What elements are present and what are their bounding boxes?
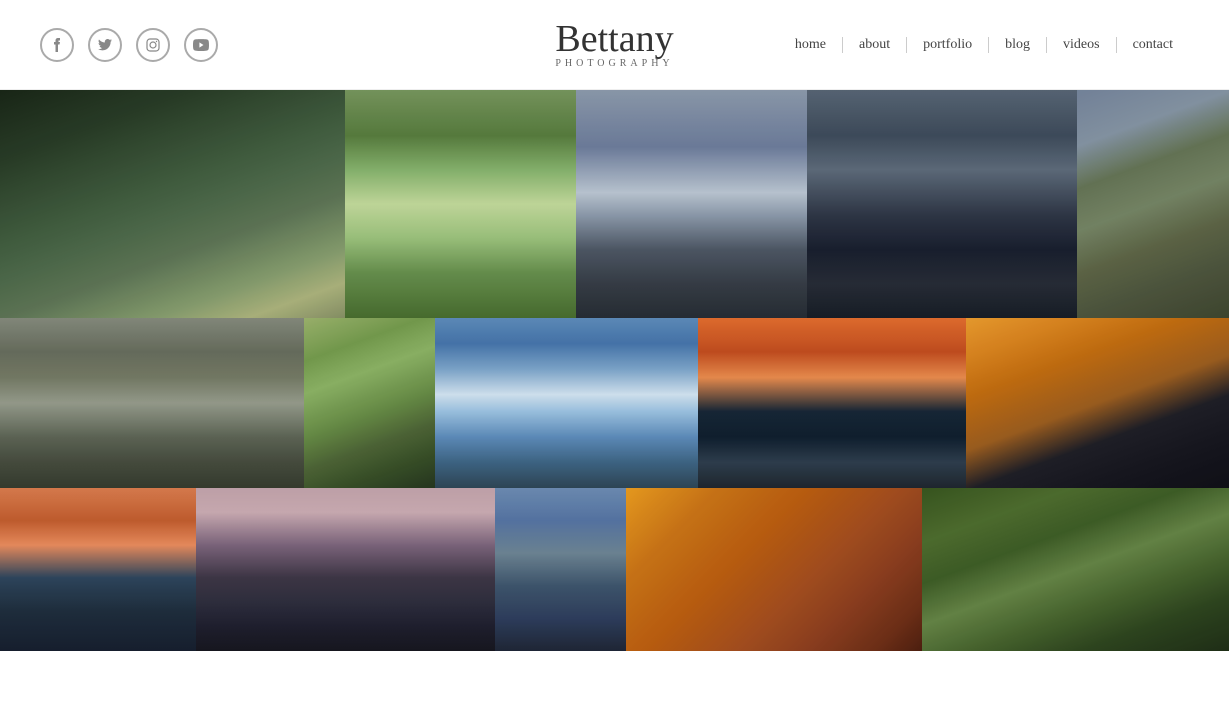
photo-bridge-water[interactable] xyxy=(495,488,626,651)
twitter-icon[interactable] xyxy=(88,28,122,62)
photo-rocky-lake[interactable] xyxy=(576,90,807,318)
nav-blog[interactable]: blog xyxy=(989,37,1047,53)
photo-london-bridge[interactable] xyxy=(196,488,495,651)
photo-mountain-waterfall[interactable] xyxy=(435,318,698,488)
nav-contact[interactable]: contact xyxy=(1117,37,1189,53)
nav-about[interactable]: about xyxy=(843,37,907,53)
logo-sub: PHOTOGRAPHY xyxy=(555,58,673,69)
gallery-row-1 xyxy=(0,90,1229,318)
photo-sunset-rocky-coast[interactable] xyxy=(698,318,966,488)
photo-road-mountain[interactable] xyxy=(0,318,304,488)
photo-sunset-water[interactable] xyxy=(0,488,196,651)
photo-horseshoe-bend[interactable] xyxy=(626,488,922,651)
gallery-row-2 xyxy=(0,318,1229,488)
photo-waterfall-valley[interactable] xyxy=(345,90,576,318)
gallery-row-3 xyxy=(0,488,1229,651)
site-header: Bettany PHOTOGRAPHY home about portfolio… xyxy=(0,0,1229,90)
photo-person-sunset[interactable] xyxy=(966,318,1229,488)
nav-videos[interactable]: videos xyxy=(1047,37,1117,53)
nav-home[interactable]: home xyxy=(779,37,843,53)
main-nav: home about portfolio blog videos contact xyxy=(779,37,1189,53)
photo-banyan-tree[interactable] xyxy=(922,488,1229,651)
instagram-icon[interactable] xyxy=(136,28,170,62)
photo-plane-wreck[interactable] xyxy=(807,90,1077,318)
photo-church-path[interactable] xyxy=(1077,90,1229,318)
logo-text: Bettany xyxy=(555,20,673,58)
site-logo[interactable]: Bettany PHOTOGRAPHY xyxy=(555,20,673,69)
social-icons xyxy=(40,28,218,62)
youtube-icon[interactable] xyxy=(184,28,218,62)
photo-river-mountain[interactable] xyxy=(304,318,435,488)
nav-portfolio[interactable]: portfolio xyxy=(907,37,989,53)
photo-coastal-cliffs[interactable] xyxy=(0,90,345,318)
facebook-icon[interactable] xyxy=(40,28,74,62)
photo-gallery xyxy=(0,90,1229,651)
